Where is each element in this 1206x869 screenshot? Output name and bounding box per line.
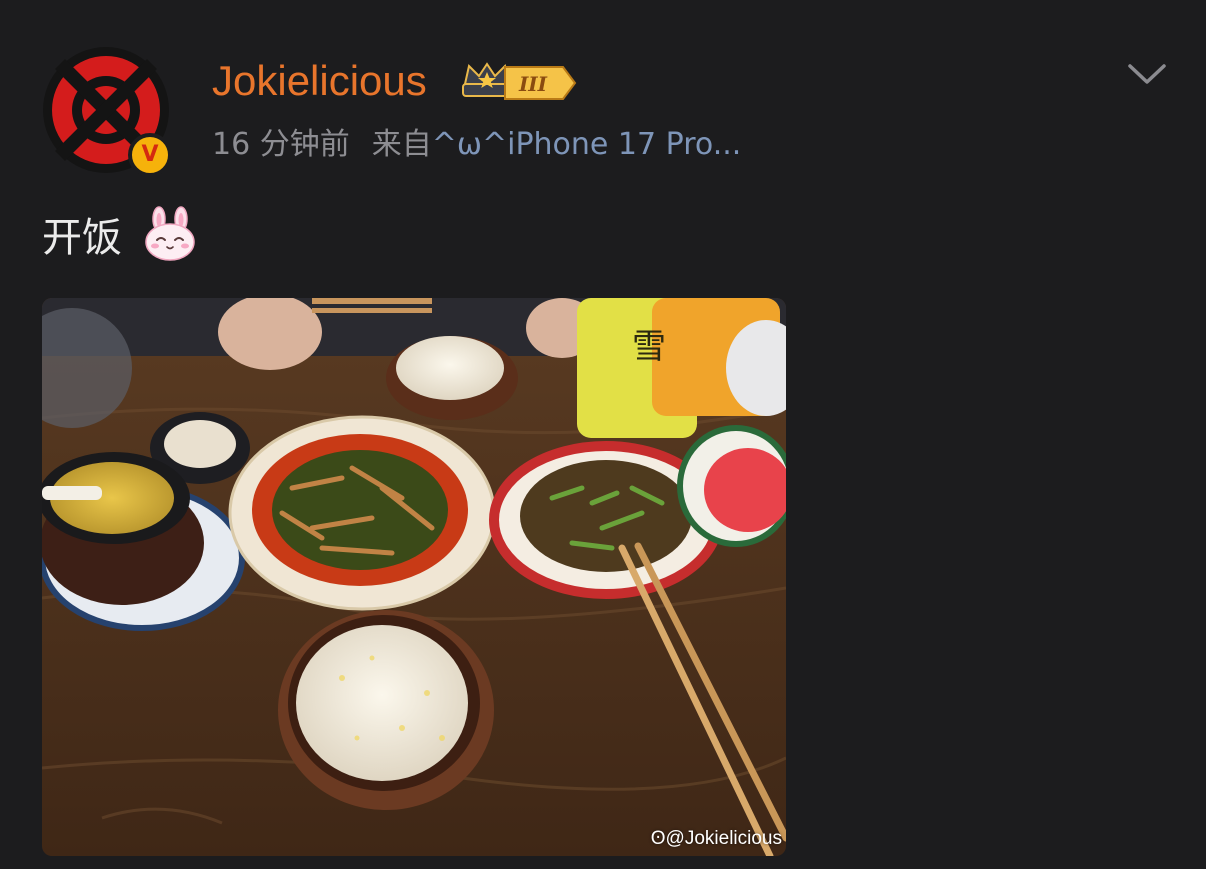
- member-level-badge[interactable]: III: [503, 64, 577, 102]
- post-meta: 16 分钟前 来自^ω^iPhone 17 Pro...: [212, 125, 741, 165]
- verified-badge-icon: V: [128, 133, 172, 177]
- photo-watermark: ʘ@Jokielicious: [651, 828, 782, 850]
- photo-watermark-text: @Jokielicious: [665, 828, 782, 849]
- level-badge-text: III: [518, 72, 548, 96]
- level-badge-shape: III: [504, 66, 577, 100]
- chevron-down-icon[interactable]: [1124, 56, 1170, 94]
- food-photo-illustration: 雪: [42, 298, 786, 856]
- post-time: 16 分钟前: [212, 127, 350, 162]
- username[interactable]: Jokielicious: [212, 56, 427, 106]
- weibo-logo-icon: ʘ: [650, 828, 666, 849]
- post-source-prefix: 来自: [371, 127, 432, 162]
- post-photo[interactable]: 雪 ʘ@Jokielicious: [42, 298, 786, 856]
- post-text: 开饭: [42, 215, 122, 261]
- svg-text:雪: 雪: [632, 327, 666, 367]
- rabbit-face-icon: [145, 206, 195, 261]
- post-source-device[interactable]: ^ω^iPhone 17 Pro...: [432, 127, 742, 162]
